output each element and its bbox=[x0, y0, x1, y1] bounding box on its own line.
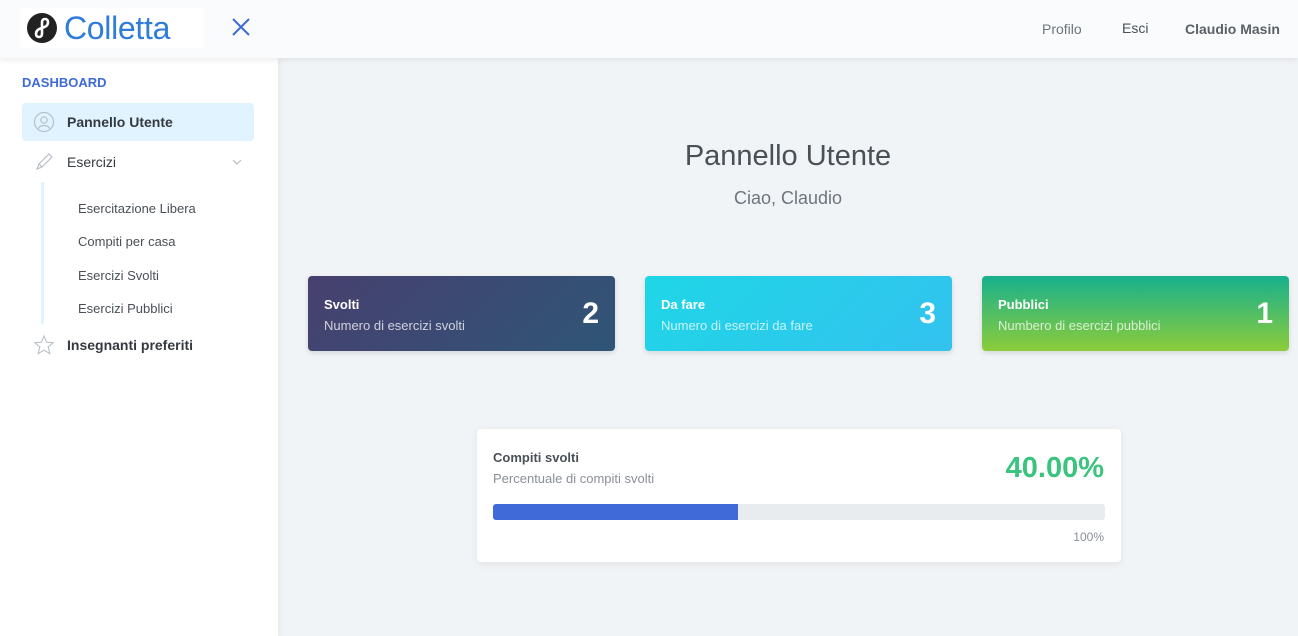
logout-link[interactable]: Esci bbox=[1122, 20, 1148, 36]
sidebar-item-label: Pannello Utente bbox=[67, 114, 173, 130]
sidebar-item-esercizi[interactable]: Esercizi bbox=[22, 143, 254, 181]
sidebar-item-insegnanti-preferiti[interactable]: Insegnanti preferiti bbox=[22, 326, 254, 364]
card-value: 1 bbox=[1256, 297, 1273, 330]
sidebar-heading: DASHBOARD bbox=[22, 75, 107, 90]
close-icon[interactable] bbox=[229, 15, 253, 39]
card-value: 2 bbox=[582, 297, 599, 330]
user-name[interactable]: Claudio Masin bbox=[1185, 21, 1280, 37]
chevron-down-icon[interactable] bbox=[232, 157, 242, 167]
stat-card-da-fare[interactable]: Da fare Numero di esercizi da fare 3 bbox=[645, 276, 952, 351]
sidebar-item-label: Esercizi bbox=[67, 154, 117, 170]
submenu-guide-line bbox=[41, 182, 44, 324]
pencil-icon bbox=[35, 153, 53, 171]
card-subtitle: Numero di esercizi da fare bbox=[661, 318, 813, 333]
sidebar-item-label: Insegnanti preferiti bbox=[67, 337, 194, 353]
sidebar: DASHBOARD Pannello Utente Esercizi Eserc… bbox=[0, 58, 278, 636]
profile-link[interactable]: Profilo bbox=[1042, 21, 1082, 37]
app-logo[interactable]: Colletta bbox=[21, 8, 203, 48]
submenu-item-esercizi-pubblici[interactable]: Esercizi Pubblici bbox=[78, 301, 173, 316]
progress-max-label: 100% bbox=[1073, 530, 1104, 544]
submenu-item-compiti-per-casa[interactable]: Compiti per casa bbox=[78, 234, 176, 249]
progress-percent: 40.00% bbox=[1005, 452, 1104, 484]
card-subtitle: Numbero di esercizi pubblici bbox=[998, 318, 1161, 333]
star-icon bbox=[33, 334, 55, 355]
top-header: Colletta Profilo Esci Claudio Masin bbox=[0, 0, 1298, 58]
logo-text: Colletta bbox=[64, 9, 171, 46]
progress-bar bbox=[493, 504, 1105, 520]
card-title: Svolti bbox=[324, 297, 360, 312]
progress-card: Compiti svolti Percentuale di compiti sv… bbox=[477, 429, 1121, 562]
progress-bar-fill bbox=[493, 504, 738, 520]
submenu-item-esercizi-svolti[interactable]: Esercizi Svolti bbox=[78, 268, 159, 283]
card-title: Pubblici bbox=[998, 297, 1049, 312]
stat-card-pubblici[interactable]: Pubblici Numbero di esercizi pubblici 1 bbox=[982, 276, 1289, 351]
progress-title: Compiti svolti bbox=[493, 450, 579, 465]
submenu-item-esercitazione-libera[interactable]: Esercitazione Libera bbox=[78, 201, 196, 216]
user-circle-icon bbox=[33, 111, 55, 133]
stat-card-svolti[interactable]: Svolti Numero di esercizi svolti 2 bbox=[308, 276, 615, 351]
page-title: Pannello Utente bbox=[684, 140, 892, 172]
progress-subtitle: Percentuale di compiti svolti bbox=[493, 471, 655, 486]
card-value: 3 bbox=[919, 297, 936, 330]
logo-icon bbox=[27, 13, 57, 43]
sidebar-item-pannello-utente[interactable]: Pannello Utente bbox=[22, 103, 254, 141]
page-greeting: Ciao, Claudio bbox=[733, 188, 843, 208]
card-subtitle: Numero di esercizi svolti bbox=[324, 318, 465, 333]
card-title: Da fare bbox=[661, 297, 706, 312]
